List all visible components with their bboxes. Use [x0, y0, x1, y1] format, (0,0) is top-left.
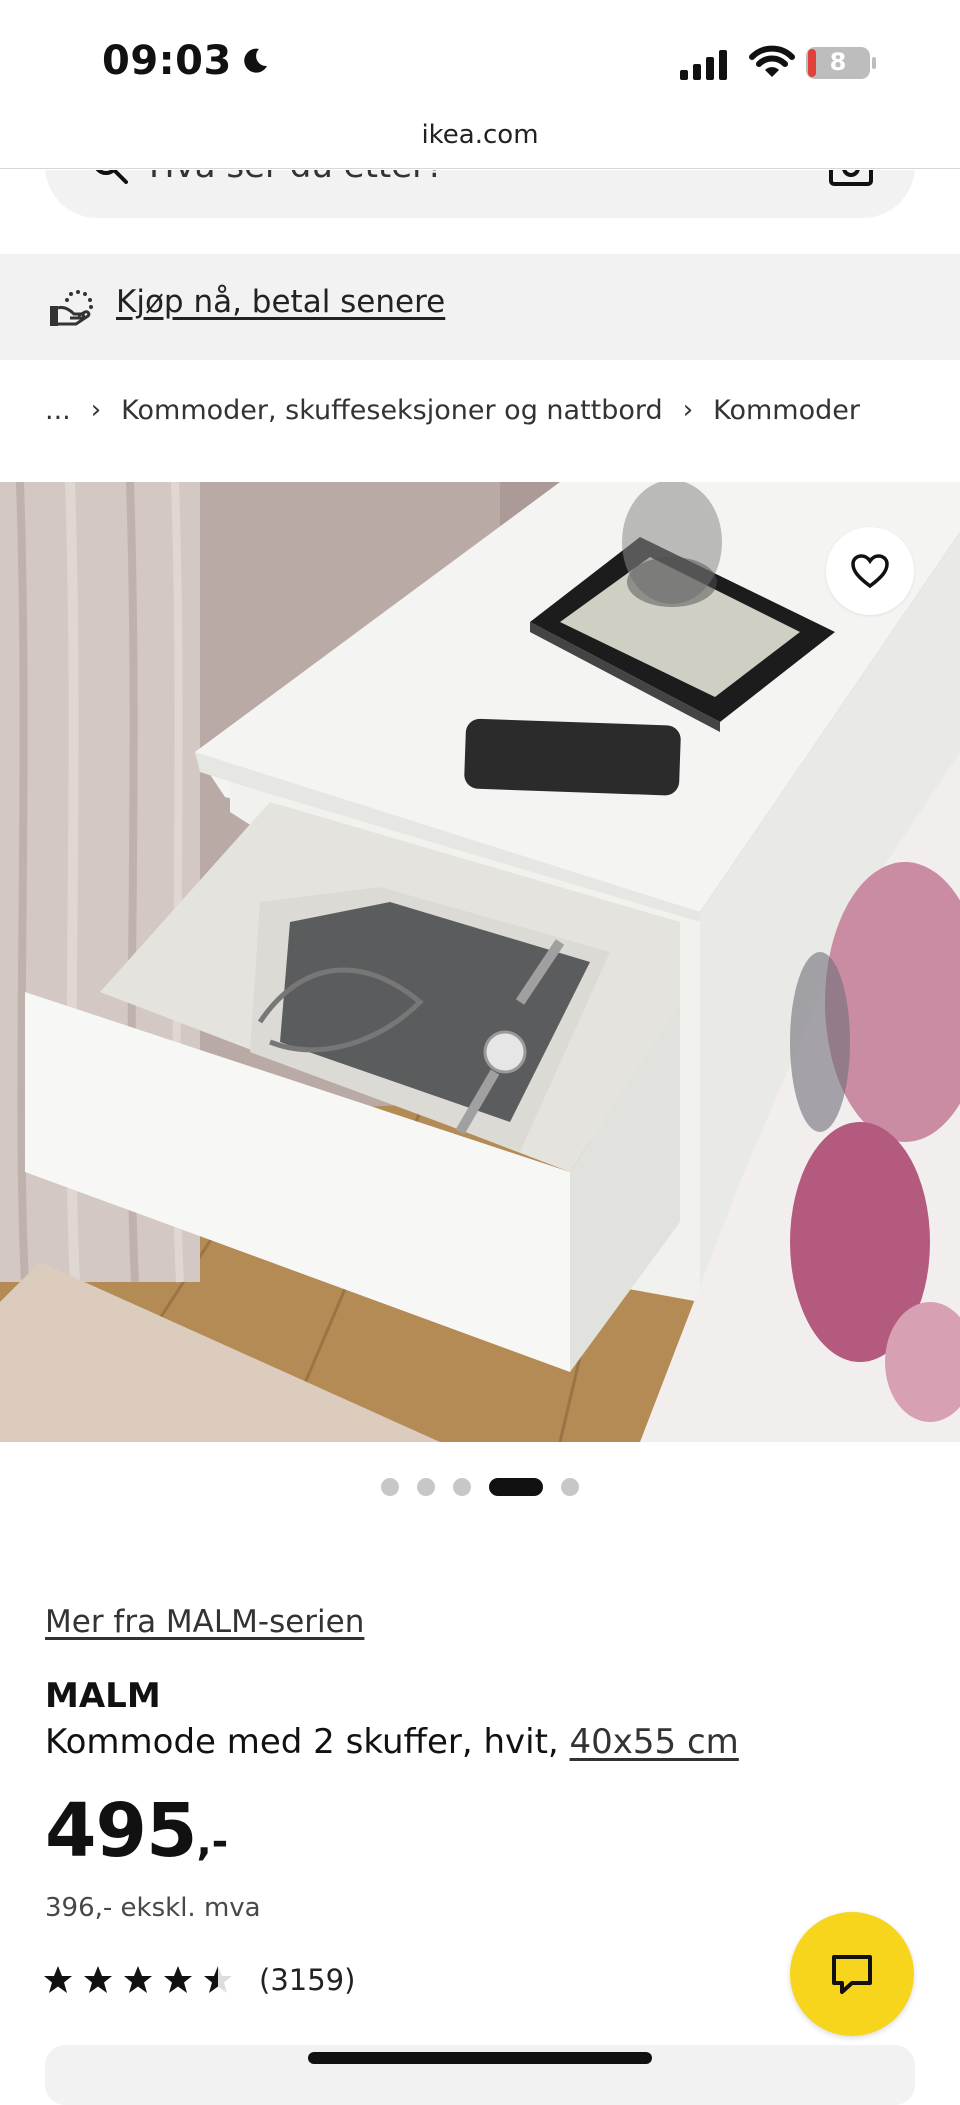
battery-icon: 8 [805, 46, 877, 80]
star-icon [164, 1966, 192, 1993]
breadcrumb-ellipsis[interactable]: ... [45, 395, 71, 426]
carousel-dot[interactable] [417, 1478, 435, 1496]
signal-icon [680, 50, 727, 80]
product-name: MALM [45, 1676, 161, 1716]
payment-banner: Kjøp nå, betal senere [0, 254, 960, 360]
carousel-dot[interactable] [381, 1478, 399, 1496]
carousel-dot[interactable] [453, 1478, 471, 1496]
chevron-right-icon: › [682, 395, 694, 425]
wishlist-button[interactable] [826, 527, 914, 615]
star-icon [204, 1966, 232, 1993]
camera-icon[interactable] [829, 170, 873, 186]
payment-icon [50, 290, 93, 326]
product-description: Kommode med 2 skuffer, hvit, 40x55 cm [45, 1722, 739, 1762]
star-icon [44, 1966, 72, 1993]
product-description-text: Kommode med 2 skuffer, hvit, [45, 1722, 570, 1762]
star-icon [84, 1966, 112, 1993]
chat-button[interactable] [790, 1912, 914, 2036]
status-time: 09:03 [102, 38, 270, 84]
breadcrumb-item-dressers[interactable]: Kommoder [713, 395, 860, 426]
product-price: 495 ,- [45, 1794, 228, 1868]
product-size-link[interactable]: 40x55 cm [570, 1722, 739, 1762]
price-ex-vat: 396,- ekskl. mva [45, 1893, 261, 1923]
time-label: 09:03 [102, 38, 232, 84]
breadcrumb-item-dressers-category[interactable]: Kommoder, skuffeseksjoner og nattbord [121, 395, 663, 426]
review-count[interactable]: (3159) [259, 1963, 355, 1997]
battery-level: 8 [829, 48, 847, 76]
carousel-dots [0, 1476, 960, 1498]
breadcrumb: ... › Kommoder, skuffeseksjoner og nattb… [45, 390, 860, 430]
carousel-dot[interactable] [489, 1478, 543, 1496]
heart-icon [851, 554, 889, 589]
browser-url-bar[interactable]: ikea.com [0, 112, 960, 169]
search-input[interactable]: Hva ser du etter? [149, 170, 444, 186]
price-amount: 495 [45, 1788, 197, 1874]
wifi-icon [749, 45, 795, 77]
status-bar: 09:03 8 [0, 0, 960, 120]
url-text[interactable]: ikea.com [0, 120, 960, 150]
home-indicator [308, 2052, 652, 2064]
product-photo-illustration [0, 482, 960, 1442]
search-bar-container: Hva ser du etter? [45, 170, 915, 218]
chat-icon [832, 1955, 872, 1994]
chevron-right-icon: › [90, 395, 102, 425]
price-suffix: ,- [196, 1819, 229, 1865]
search-bar[interactable]: Hva ser du etter? [45, 170, 915, 218]
carousel-dot[interactable] [561, 1478, 579, 1496]
product-rating[interactable]: (3159) [43, 1960, 355, 2000]
moon-icon [244, 48, 267, 73]
series-link[interactable]: Mer fra MALM-serien [45, 1604, 364, 1640]
star-icon [124, 1966, 152, 1993]
search-icon[interactable] [90, 170, 130, 186]
product-image[interactable] [0, 482, 960, 1442]
buy-now-pay-later-link[interactable]: Kjøp nå, betal senere [116, 284, 445, 320]
rating-stars[interactable] [43, 1965, 243, 1995]
